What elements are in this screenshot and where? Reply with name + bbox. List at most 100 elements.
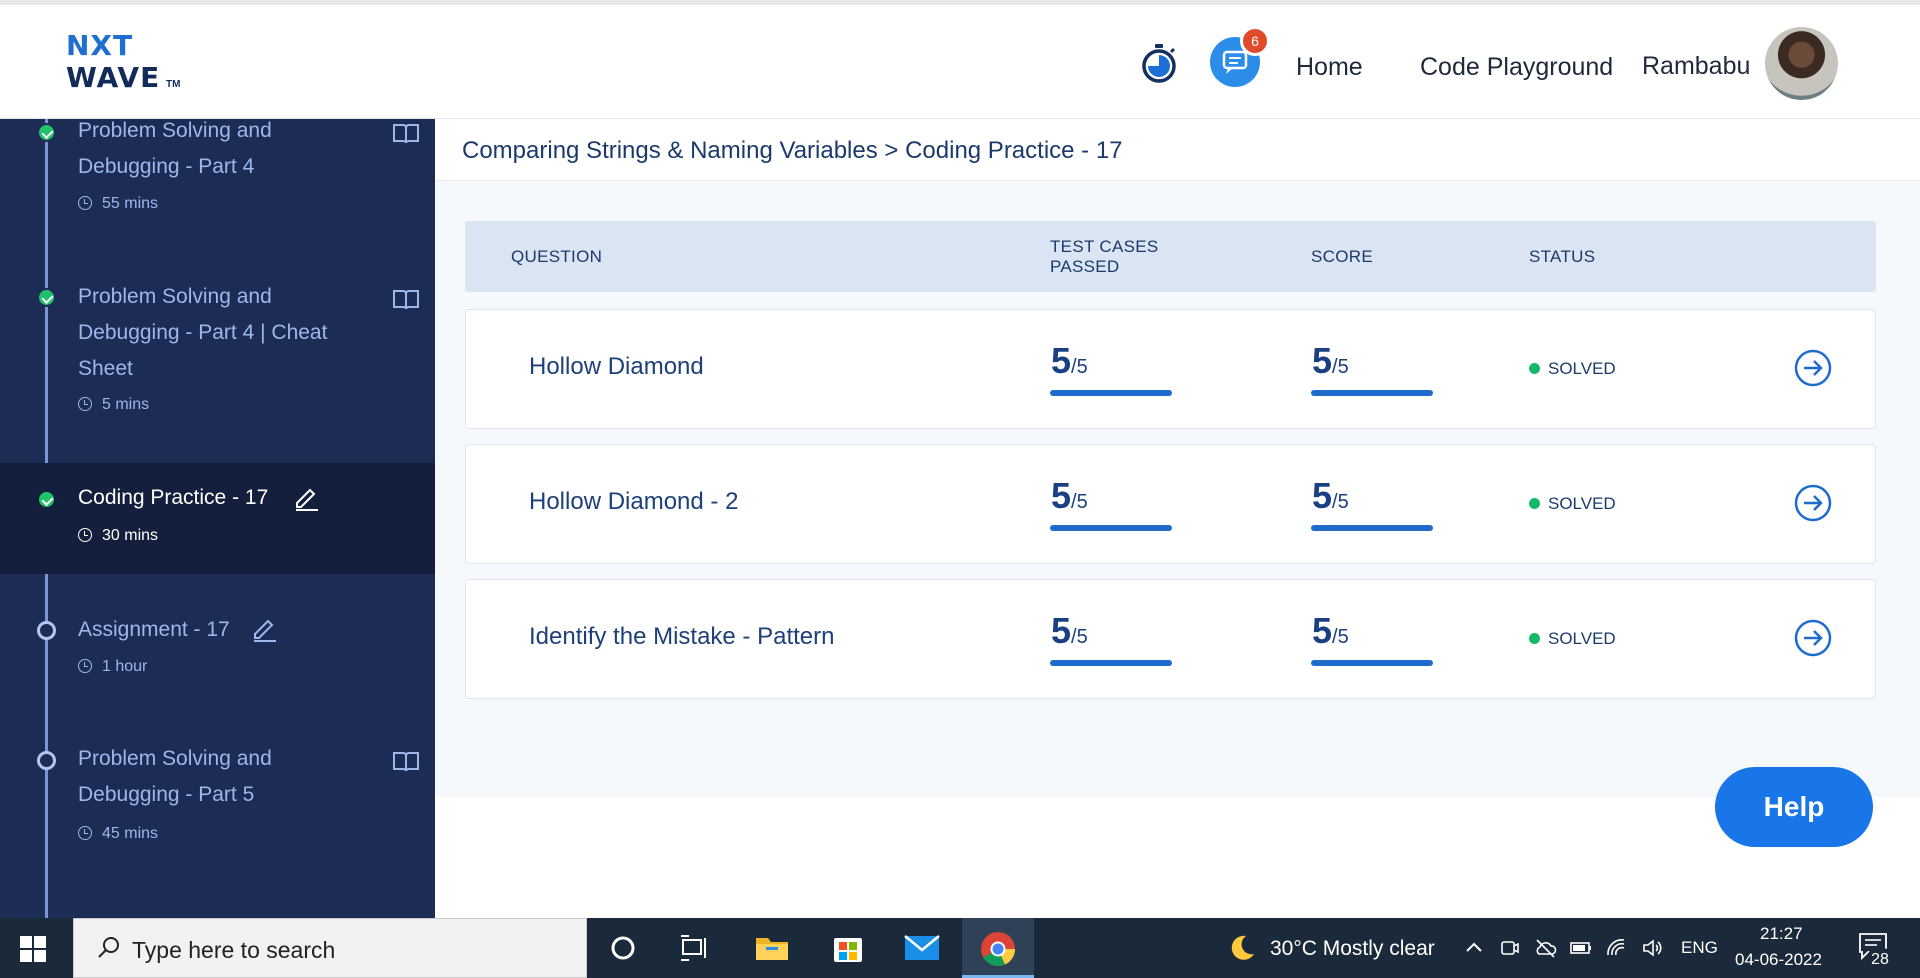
solved-dot-icon <box>1529 633 1540 644</box>
book-icon[interactable] <box>392 751 420 773</box>
clock-date[interactable]: 04-06-2022 <box>1735 950 1822 970</box>
tests-total-value: /5 <box>1071 491 1088 513</box>
file-explorer-icon[interactable] <box>752 930 792 966</box>
search-icon <box>98 937 119 958</box>
tests-progress-fill <box>1050 390 1172 396</box>
score-value-group: 5/5 <box>1312 610 1349 652</box>
pencil-icon[interactable] <box>250 614 278 642</box>
onedrive-cloud-icon[interactable] <box>1533 936 1557 960</box>
cortana-icon[interactable] <box>603 930 643 966</box>
app-header: NXT WAVE TM 6 Home Code Playground Ramba… <box>0 5 1920 119</box>
question-row[interactable]: Hollow Diamond 5/5 5/5 SOLVED <box>465 309 1876 429</box>
score-progress-fill <box>1311 525 1433 531</box>
meet-now-icon[interactable] <box>1497 936 1521 960</box>
test-cases-score: 5/5 <box>1051 610 1088 652</box>
task-view-icon[interactable] <box>675 930 715 966</box>
language-indicator[interactable]: ENG <box>1681 938 1718 958</box>
tests-passed-value: 5 <box>1051 610 1072 651</box>
sidebar-item-title: Coding Practice - 17 <box>78 486 269 509</box>
question-name[interactable]: Identify the Mistake - Pattern <box>529 623 834 651</box>
question-name[interactable]: Hollow Diamond - 2 <box>529 488 738 516</box>
course-sidebar: Problem Solving and Debugging - Part 4 5… <box>0 119 435 918</box>
completed-check-icon <box>37 288 56 307</box>
score-total-value: /5 <box>1332 356 1349 378</box>
tests-passed-value: 5 <box>1051 475 1072 516</box>
sidebar-item-duration: 30 mins <box>78 527 158 545</box>
score-total-value: /5 <box>1332 626 1349 648</box>
wifi-icon[interactable] <box>1605 936 1629 960</box>
chevron-up-icon[interactable] <box>1462 936 1486 960</box>
breadcrumb[interactable]: Comparing Strings & Naming Variables > C… <box>462 137 1123 165</box>
book-icon[interactable] <box>392 123 420 145</box>
sidebar-item-title: Problem Solving and Debugging - Part 4 <box>78 119 272 178</box>
nxtwave-logo[interactable]: NXT WAVE TM <box>66 29 186 99</box>
column-question: QUESTION <box>511 247 603 266</box>
user-name[interactable]: Rambabu <box>1642 52 1750 81</box>
stopwatch-icon[interactable] <box>1138 42 1180 84</box>
solved-dot-icon <box>1529 363 1540 374</box>
tests-progress-bar <box>1050 525 1172 531</box>
sidebar-item-title: Assignment - 17 <box>78 618 230 641</box>
sidebar-item-duration: 5 mins <box>78 396 149 414</box>
battery-icon[interactable] <box>1569 936 1593 960</box>
book-icon[interactable] <box>392 289 420 311</box>
windows-start-icon[interactable] <box>20 936 46 962</box>
volume-icon[interactable] <box>1641 936 1665 960</box>
sidebar-item-assignment-17[interactable]: Assignment - 17 1 hour <box>0 594 435 714</box>
question-row[interactable]: Identify the Mistake - Pattern 5/5 5/5 S… <box>465 579 1876 699</box>
arrow-right-circle-icon[interactable] <box>1793 618 1833 658</box>
table-header: QUESTION TEST CASES PASSED SCORE STATUS <box>465 221 1876 292</box>
clock-icon <box>78 528 92 542</box>
tests-progress-bar <box>1050 660 1172 666</box>
question-name[interactable]: Hollow Diamond <box>529 353 704 381</box>
notification-badge: 6 <box>1240 26 1270 56</box>
score-value: 5 <box>1312 475 1333 516</box>
chrome-icon <box>981 932 1015 966</box>
arrow-right-circle-icon[interactable] <box>1793 483 1833 523</box>
clock-time[interactable]: 21:27 <box>1760 924 1803 944</box>
sidebar-item-title: Problem Solving and Debugging - Part 4 |… <box>78 285 328 380</box>
column-status: STATUS <box>1529 247 1596 266</box>
score-value-group: 5/5 <box>1312 340 1349 382</box>
help-button[interactable]: Help <box>1715 767 1873 847</box>
clock-icon <box>78 826 92 840</box>
column-score: SCORE <box>1311 247 1373 266</box>
tests-total-value: /5 <box>1071 356 1088 378</box>
test-cases-score: 5/5 <box>1051 475 1088 517</box>
status-badge: SOLVED <box>1529 629 1616 649</box>
sidebar-item-coding-practice-17[interactable]: Coding Practice - 17 30 mins <box>0 463 435 574</box>
tests-progress-bar <box>1050 390 1172 396</box>
chrome-taskbar-button[interactable] <box>962 918 1034 978</box>
column-test-cases-line2: PASSED <box>1050 257 1120 276</box>
test-cases-score: 5/5 <box>1051 340 1088 382</box>
arrow-right-circle-icon[interactable] <box>1793 348 1833 388</box>
main-content: Comparing Strings & Naming Variables > C… <box>435 119 1920 847</box>
tests-passed-value: 5 <box>1051 340 1072 381</box>
nav-code-playground-link[interactable]: Code Playground <box>1420 53 1613 82</box>
breadcrumb-bar: Comparing Strings & Naming Variables > C… <box>435 119 1920 181</box>
sidebar-item-duration: 1 hour <box>78 658 147 676</box>
moon-weather-icon[interactable] <box>1226 932 1258 964</box>
nav-home-link[interactable]: Home <box>1296 53 1363 82</box>
score-value: 5 <box>1312 610 1333 651</box>
taskbar-search-box[interactable]: Type here to search <box>73 918 587 978</box>
mail-icon[interactable] <box>902 930 942 966</box>
score-progress-bar <box>1311 390 1433 396</box>
question-row[interactable]: Hollow Diamond - 2 5/5 5/5 SOLVED <box>465 444 1876 564</box>
notification-count-badge: 28 <box>1866 948 1894 972</box>
solved-dot-icon <box>1529 498 1540 509</box>
clock-icon <box>78 397 92 411</box>
microsoft-store-icon[interactable] <box>828 930 868 966</box>
weather-text[interactable]: 30°C Mostly clear <box>1270 937 1435 961</box>
status-badge: SOLVED <box>1529 494 1616 514</box>
avatar[interactable] <box>1765 27 1838 100</box>
windows-taskbar: Type here to search 30°C Mostly clear EN… <box>0 918 1920 978</box>
sidebar-item-problem-solving-part4[interactable]: Problem Solving and Debugging - Part 4 5… <box>0 119 435 279</box>
score-progress-fill <box>1311 660 1433 666</box>
pencil-icon[interactable] <box>292 483 320 511</box>
clock-icon <box>78 196 92 210</box>
sidebar-item-title: Problem Solving and Debugging - Part 5 <box>78 747 272 806</box>
score-value-group: 5/5 <box>1312 475 1349 517</box>
sidebar-item-problem-solving-part5[interactable]: Problem Solving and Debugging - Part 5 4… <box>0 724 435 874</box>
tests-progress-fill <box>1050 660 1172 666</box>
